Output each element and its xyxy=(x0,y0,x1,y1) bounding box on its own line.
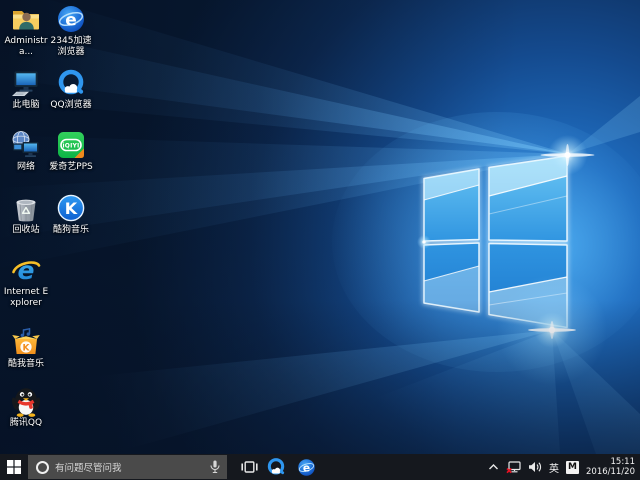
taskbar-app-qq-browser[interactable] xyxy=(263,454,289,480)
desktop-icon-network[interactable]: 网络 xyxy=(2,130,50,173)
recycle-bin-icon xyxy=(11,193,41,223)
desktop-icon-qq-browser[interactable]: QQ浏览器 xyxy=(47,68,95,111)
desktop-icon-tencent-qq[interactable]: 腾讯QQ xyxy=(2,384,50,429)
desktop-icon-internet-explorer[interactable]: e Internet Explorer xyxy=(2,255,50,309)
icon-label: 腾讯QQ xyxy=(10,418,42,429)
clock-time: 15:11 xyxy=(586,457,635,467)
tray-network-status[interactable] xyxy=(504,454,523,480)
blue-e-sphere-icon: e xyxy=(297,458,316,477)
start-button[interactable] xyxy=(0,454,28,480)
tray-clock[interactable]: 15:11 2016/11/20 xyxy=(584,454,638,480)
taskbar: 有问题尽管问我 xyxy=(0,454,640,480)
svg-text:e: e xyxy=(302,461,309,474)
cortana-ring-icon xyxy=(36,461,49,474)
icon-label: 回收站 xyxy=(12,225,39,236)
microphone-icon[interactable] xyxy=(210,460,220,474)
windows-logo-icon xyxy=(7,460,21,474)
qq-penguin-icon xyxy=(9,384,43,418)
icon-label: 酷狗音乐 xyxy=(53,225,89,236)
icon-label: 酷我音乐 xyxy=(8,359,44,370)
icon-label: 此电脑 xyxy=(12,100,39,111)
internet-explorer-icon: e xyxy=(11,255,41,285)
desktop-icon-2345-browser[interactable]: e 2345加速浏览器 xyxy=(47,4,95,58)
system-tray: 英 M 15:11 2016/11/20 xyxy=(486,454,638,480)
speaker-icon xyxy=(528,461,542,473)
task-view-button[interactable] xyxy=(238,454,260,480)
taskbar-app-2345-browser[interactable]: e xyxy=(293,454,319,480)
task-view-icon xyxy=(241,460,258,474)
network-disconnected-icon xyxy=(506,461,521,474)
desktop-icon-administrator[interactable]: Administra... xyxy=(2,4,50,58)
kugou-k-icon: K xyxy=(56,193,86,223)
icon-label: Administra... xyxy=(2,36,50,58)
svg-text:iQIYI: iQIYI xyxy=(63,143,80,150)
windows-desktop-screen: Administra... 此电脑 xyxy=(0,0,640,480)
icon-label: 2345加速浏览器 xyxy=(47,36,95,58)
network-globe-icon xyxy=(11,130,41,160)
computer-icon xyxy=(11,68,41,98)
svg-text:e: e xyxy=(65,11,77,31)
2345-browser-e-icon: e xyxy=(56,4,86,34)
svg-text:K: K xyxy=(65,199,78,218)
cortana-search-box[interactable]: 有问题尽管问我 xyxy=(28,455,227,479)
icon-label: Internet Explorer xyxy=(2,287,50,309)
tray-ime-language[interactable]: 英 xyxy=(547,454,561,480)
qq-browser-q-cloud-icon xyxy=(56,68,86,98)
ime-mode-badge: M xyxy=(566,461,579,474)
desktop-icon-kugou-music[interactable]: K 酷狗音乐 xyxy=(47,193,95,236)
desktop-icon-this-pc[interactable]: 此电脑 xyxy=(2,68,50,111)
chevron-up-icon xyxy=(488,463,499,471)
kuwo-music-box-icon: K xyxy=(11,327,41,357)
tray-chevron-up[interactable] xyxy=(486,454,501,480)
desktop-icon-recycle-bin[interactable]: 回收站 xyxy=(2,193,50,236)
clock-date: 2016/11/20 xyxy=(586,467,635,477)
iqiyi-pps-icon: iQIYI xyxy=(56,130,86,160)
desktop-icon-iqiyi-pps[interactable]: iQIYI 爱奇艺PPS xyxy=(47,130,95,173)
tray-ime-mode[interactable]: M xyxy=(564,454,581,480)
svg-text:e: e xyxy=(18,256,35,285)
qq-browser-q-cloud-icon xyxy=(266,457,286,477)
icon-label: 爱奇艺PPS xyxy=(49,162,93,173)
ime-language-label: 英 xyxy=(549,460,559,475)
svg-text:K: K xyxy=(23,343,31,353)
desktop: Administra... 此电脑 xyxy=(0,0,640,454)
icon-label: QQ浏览器 xyxy=(50,100,91,111)
icon-label: 网络 xyxy=(17,162,35,173)
search-placeholder: 有问题尽管问我 xyxy=(55,460,210,474)
user-folder-icon xyxy=(11,4,41,34)
windows-hero-wallpaper xyxy=(0,0,640,454)
tray-volume[interactable] xyxy=(526,454,544,480)
desktop-icon-kuwo-music[interactable]: K 酷我音乐 xyxy=(2,327,50,370)
